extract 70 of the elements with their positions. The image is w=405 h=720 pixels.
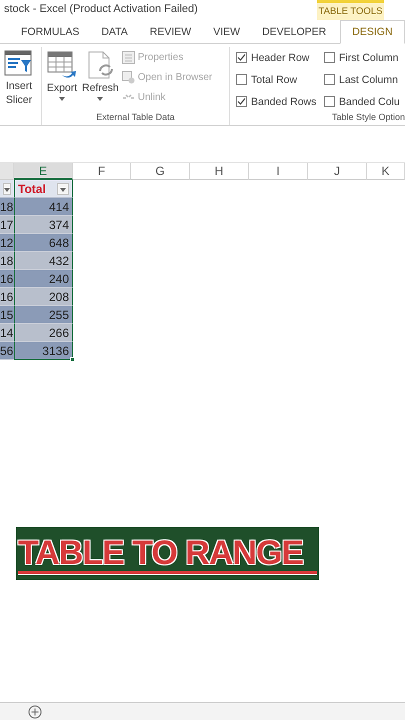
table-cell: 240	[14, 270, 73, 288]
ribbon-tab[interactable]: REVIEW	[138, 20, 202, 44]
checkbox[interactable]	[236, 52, 247, 63]
column-header[interactable]: H	[190, 163, 249, 180]
column-header[interactable]: E	[14, 163, 73, 180]
ribbon-tab[interactable]: DEVELOPER	[251, 20, 338, 44]
filter-button[interactable]	[57, 182, 69, 194]
table-cell: 18	[0, 252, 14, 270]
table-cell: 12	[0, 234, 14, 252]
caret-icon	[97, 97, 104, 101]
group-title: External Table Data	[95, 112, 176, 124]
ribbon-tab[interactable]: DATA	[90, 20, 139, 44]
table-cell: 208	[14, 288, 73, 306]
caret-icon	[60, 188, 66, 192]
window-title: stock - Excel (Product Activation Failed)	[3, 2, 199, 17]
table-cell: 374	[14, 216, 73, 234]
table-cell: 432	[14, 252, 73, 270]
option-label: First Column	[339, 52, 399, 64]
group-title: Table Style Option	[330, 112, 405, 124]
option-checkbox[interactable]: First Column	[324, 49, 400, 66]
column-header[interactable]: K	[367, 163, 405, 180]
table-cell: 17	[0, 216, 14, 234]
header-text: Total	[18, 182, 46, 196]
ribbon-tab[interactable]: VIEW	[202, 20, 252, 44]
table-globe-icon	[122, 71, 135, 84]
checkbox[interactable]	[324, 96, 335, 107]
ribbon-button[interactable]: Export	[45, 47, 79, 112]
option-label: Header Row	[251, 52, 310, 64]
check-icon	[237, 97, 246, 106]
option-checkbox[interactable]: Banded Colu	[324, 93, 400, 110]
ribbon-tab[interactable]: DESIGN	[340, 20, 405, 44]
table-cell: 56	[0, 342, 14, 360]
option-label: Banded Colu	[339, 96, 400, 108]
table-cell: 18	[0, 198, 14, 216]
option-label: Last Column	[339, 74, 398, 86]
table-cell: 3136	[14, 342, 73, 360]
column-header[interactable]: F	[73, 163, 131, 180]
option-checkbox[interactable]: Header Row	[236, 49, 324, 66]
table-cell: 255	[14, 306, 73, 324]
column-header[interactable]: J	[308, 163, 367, 180]
ribbon-tab[interactable]: FORMULAS	[10, 20, 90, 44]
option-label: Banded Rows	[251, 96, 316, 108]
add-sheet-icon[interactable]	[28, 704, 42, 718]
option-checkbox[interactable]: Last Column	[324, 71, 400, 88]
table-cell: 15	[0, 306, 14, 324]
option-label: Total Row	[251, 74, 298, 86]
checkbox[interactable]	[324, 74, 335, 85]
caret-icon	[4, 188, 10, 192]
option-checkbox[interactable]: Total Row	[236, 71, 324, 88]
column-header[interactable]: I	[249, 163, 308, 180]
caret-icon	[59, 97, 65, 101]
context-label: TABLE TOOLS	[317, 0, 384, 20]
fill-handle[interactable]	[70, 357, 75, 362]
table-cell: 414	[14, 198, 73, 216]
table-cell: 266	[14, 324, 73, 342]
checkbox[interactable]	[236, 74, 247, 85]
banner-text: TABLE TO RANGE	[18, 535, 317, 574]
option-checkbox[interactable]: Banded Rows	[236, 93, 324, 110]
checkbox[interactable]	[236, 96, 247, 107]
filter-button[interactable]	[3, 182, 11, 194]
table-cell: 16	[0, 288, 14, 306]
list-icon	[122, 51, 135, 64]
check-icon	[237, 53, 246, 62]
table-cell: 14	[0, 324, 14, 342]
ribbon-button[interactable]: Refresh	[81, 47, 120, 112]
table-cell: 648	[14, 234, 73, 252]
checkbox[interactable]	[324, 52, 335, 63]
column-header[interactable]: G	[131, 163, 190, 180]
insert-slicer-button[interactable]: Insert Slicer	[3, 47, 35, 125]
table-cell: 16	[0, 270, 14, 288]
